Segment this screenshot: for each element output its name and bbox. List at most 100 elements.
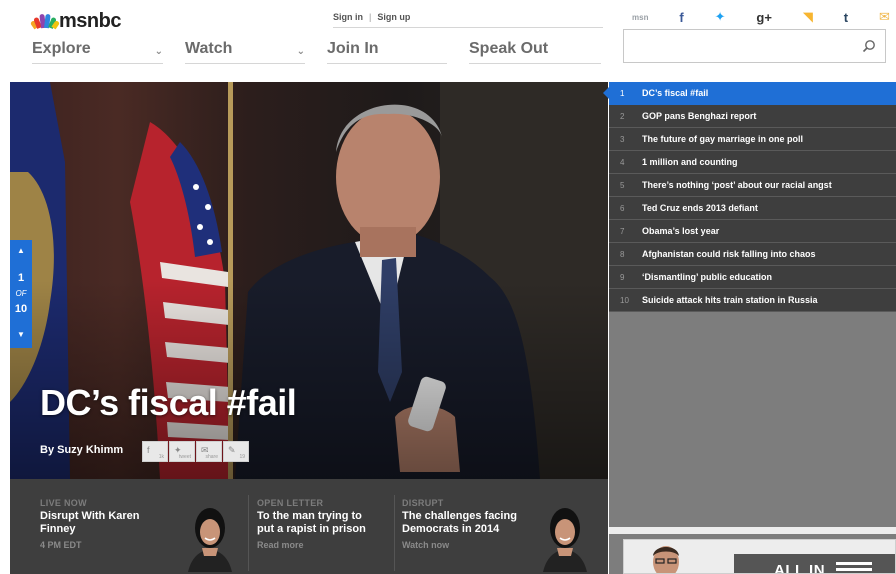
promo-open-letter[interactable]: OPEN LETTER To the man trying to put a r…	[257, 479, 397, 574]
msnbc-icon[interactable]: msn	[632, 13, 648, 22]
tweet-share-button[interactable]: ✦ tweet	[169, 441, 195, 462]
nav-watch-label: Watch	[185, 40, 233, 57]
story-title: Obama’s lost year	[642, 226, 720, 236]
chevron-up-icon[interactable]: ▲	[10, 246, 32, 255]
promo-divider	[248, 495, 249, 571]
sign-up-link[interactable]: Sign up	[377, 12, 410, 27]
promo-headline-line: put a rapist in prison	[257, 523, 366, 535]
all-in-label: ALL IN	[774, 562, 826, 574]
promo-headline-line: Democrats in 2014	[402, 523, 500, 535]
nav-join-in-label: Join In	[327, 40, 379, 57]
tumblr-icon[interactable]: t	[844, 10, 848, 25]
top-story-item[interactable]: 4 1 million and counting	[609, 151, 896, 174]
pager-total: 10	[14, 303, 28, 315]
top-story-item[interactable]: 8 Afghanistan could risk falling into cha…	[609, 243, 896, 266]
facebook-icon[interactable]: f	[679, 10, 683, 25]
email-icon[interactable]: ✉	[879, 9, 890, 25]
menu-bars-icon	[836, 562, 872, 573]
search-input[interactable]	[630, 38, 850, 56]
nav-join-in[interactable]: Join In	[327, 40, 447, 64]
top-story-item[interactable]: 10 Suicide attack hits train station in R…	[609, 289, 896, 312]
twitter-icon[interactable]: ✦	[715, 9, 726, 25]
hero-slideshow[interactable]: ▲ 1 OF 10 ▼ DC’s fiscal #fail By Suzy Kh…	[10, 82, 608, 479]
top-stories-list: 1 DC’s fiscal #fail 2 GOP pans Benghazi rep…	[603, 82, 896, 312]
logo-text: msnbc	[59, 9, 121, 32]
share-count: tweet	[179, 454, 191, 460]
story-title: Suicide attack hits train station in Rus…	[642, 295, 818, 305]
promo-divider	[394, 495, 395, 571]
facebook-share-button[interactable]: f 1k	[142, 441, 168, 462]
nav-speak-out[interactable]: Speak Out	[469, 40, 601, 64]
promo-kicker: OPEN LETTER	[257, 498, 324, 508]
story-title: Ted Cruz ends 2013 defiant	[642, 203, 758, 213]
top-story-item[interactable]: 1 DC’s fiscal #fail	[603, 82, 896, 105]
main-nav: Explore ⌄ Watch ⌄ Join In Speak Out	[32, 40, 601, 64]
host-avatar	[543, 508, 587, 572]
email-share-button[interactable]: ✉ share	[196, 441, 222, 462]
share-count: share	[205, 454, 218, 460]
top-story-item[interactable]: 7 Obama’s lost year	[609, 220, 896, 243]
pager-current: 1	[17, 272, 25, 284]
rail-gap	[609, 527, 896, 534]
story-rank: 6	[620, 203, 625, 213]
host-avatar	[188, 508, 232, 572]
slideshow-pager: ▲ 1 OF 10 ▼	[10, 240, 32, 348]
story-title: ‘Dismantling’ public education	[642, 272, 773, 282]
rss-icon[interactable]: ◥	[803, 9, 813, 25]
promo-headline-line: The challenges facing	[402, 510, 517, 522]
story-rank: 4	[620, 157, 625, 167]
story-title: There’s nothing ‘post’ about our racial …	[642, 180, 832, 190]
promo-headline-line: Disrupt With Karen	[40, 510, 140, 522]
msnbc-logo[interactable]: msnbc	[29, 9, 121, 32]
right-rail: 1 DC’s fiscal #fail 2 GOP pans Benghazi rep…	[603, 82, 896, 574]
nav-explore[interactable]: Explore ⌄	[32, 40, 163, 64]
story-rank: 7	[620, 226, 625, 236]
promo-live-now[interactable]: LIVE NOW Disrupt With Karen Finney 4 PM …	[40, 479, 240, 574]
pager-of: OF	[15, 289, 27, 298]
promo-headline-line: To the man trying to	[257, 510, 362, 522]
top-story-item[interactable]: 9 ‘Dismantling’ public education	[609, 266, 896, 289]
sign-in-link[interactable]: Sign in	[333, 12, 363, 27]
google-plus-icon[interactable]: g+	[756, 10, 772, 25]
story-title: Afghanistan could risk falling into chao…	[642, 249, 816, 259]
site-header: msnbc Explore ⌄ Watch ⌄ Join In Speak Ou…	[0, 0, 896, 82]
chevron-down-icon: ⌄	[154, 46, 163, 57]
promo-headline: To the man trying to put a rapist in pri…	[257, 510, 366, 536]
search-box	[623, 29, 886, 63]
share-bar: f 1k ✦ tweet ✉ share ✎ 19	[142, 441, 249, 462]
promo-headline-line: Finney	[40, 523, 76, 535]
comment-share-icon: ✎	[228, 445, 236, 455]
auth-links: Sign in | Sign up	[333, 12, 603, 28]
promo-kicker: LIVE NOW	[40, 498, 87, 508]
host-avatar	[653, 546, 679, 573]
chevron-down-icon[interactable]: ▼	[10, 330, 32, 339]
story-rank: 3	[620, 134, 625, 144]
top-story-item[interactable]: 3 The future of gay marriage in one poll	[609, 128, 896, 151]
nav-speak-out-label: Speak Out	[469, 40, 549, 57]
promo-meta: 4 PM EDT	[40, 540, 82, 550]
top-story-item[interactable]: 5 There’s nothing ‘post’ about our racial…	[609, 174, 896, 197]
nav-explore-label: Explore	[32, 40, 91, 57]
search-icon[interactable]	[862, 39, 876, 53]
promo-meta: Watch now	[402, 540, 450, 550]
story-rank: 8	[620, 249, 625, 259]
promo-strip: LIVE NOW Disrupt With Karen Finney 4 PM …	[10, 479, 608, 574]
hero-byline[interactable]: By Suzy Khimm	[40, 444, 123, 456]
hero-title[interactable]: DC’s fiscal #fail	[40, 382, 297, 424]
story-title: The future of gay marriage in one poll	[642, 134, 804, 144]
story-rank: 9	[620, 272, 625, 282]
promo-meta: Read more	[257, 540, 304, 550]
share-count: 19	[239, 454, 245, 460]
story-title: DC’s fiscal #fail	[642, 88, 709, 98]
story-rank: 1	[620, 88, 625, 98]
nav-watch[interactable]: Watch ⌄	[185, 40, 305, 64]
promo-disrupt[interactable]: DISRUPT The challenges facing Democrats …	[402, 479, 602, 574]
msnbc-homepage: msnbc Explore ⌄ Watch ⌄ Join In Speak Ou…	[0, 0, 896, 574]
top-story-item[interactable]: 2 GOP pans Benghazi report	[609, 105, 896, 128]
promo-headline: Disrupt With Karen Finney	[40, 510, 140, 536]
promo-headline: The challenges facing Democrats in 2014	[402, 510, 517, 536]
comment-share-button[interactable]: ✎ 19	[223, 441, 249, 462]
top-story-item[interactable]: 6 Ted Cruz ends 2013 defiant	[609, 197, 896, 220]
story-title: GOP pans Benghazi report	[642, 111, 757, 121]
all-in-promo[interactable]: ALL IN	[623, 539, 896, 574]
